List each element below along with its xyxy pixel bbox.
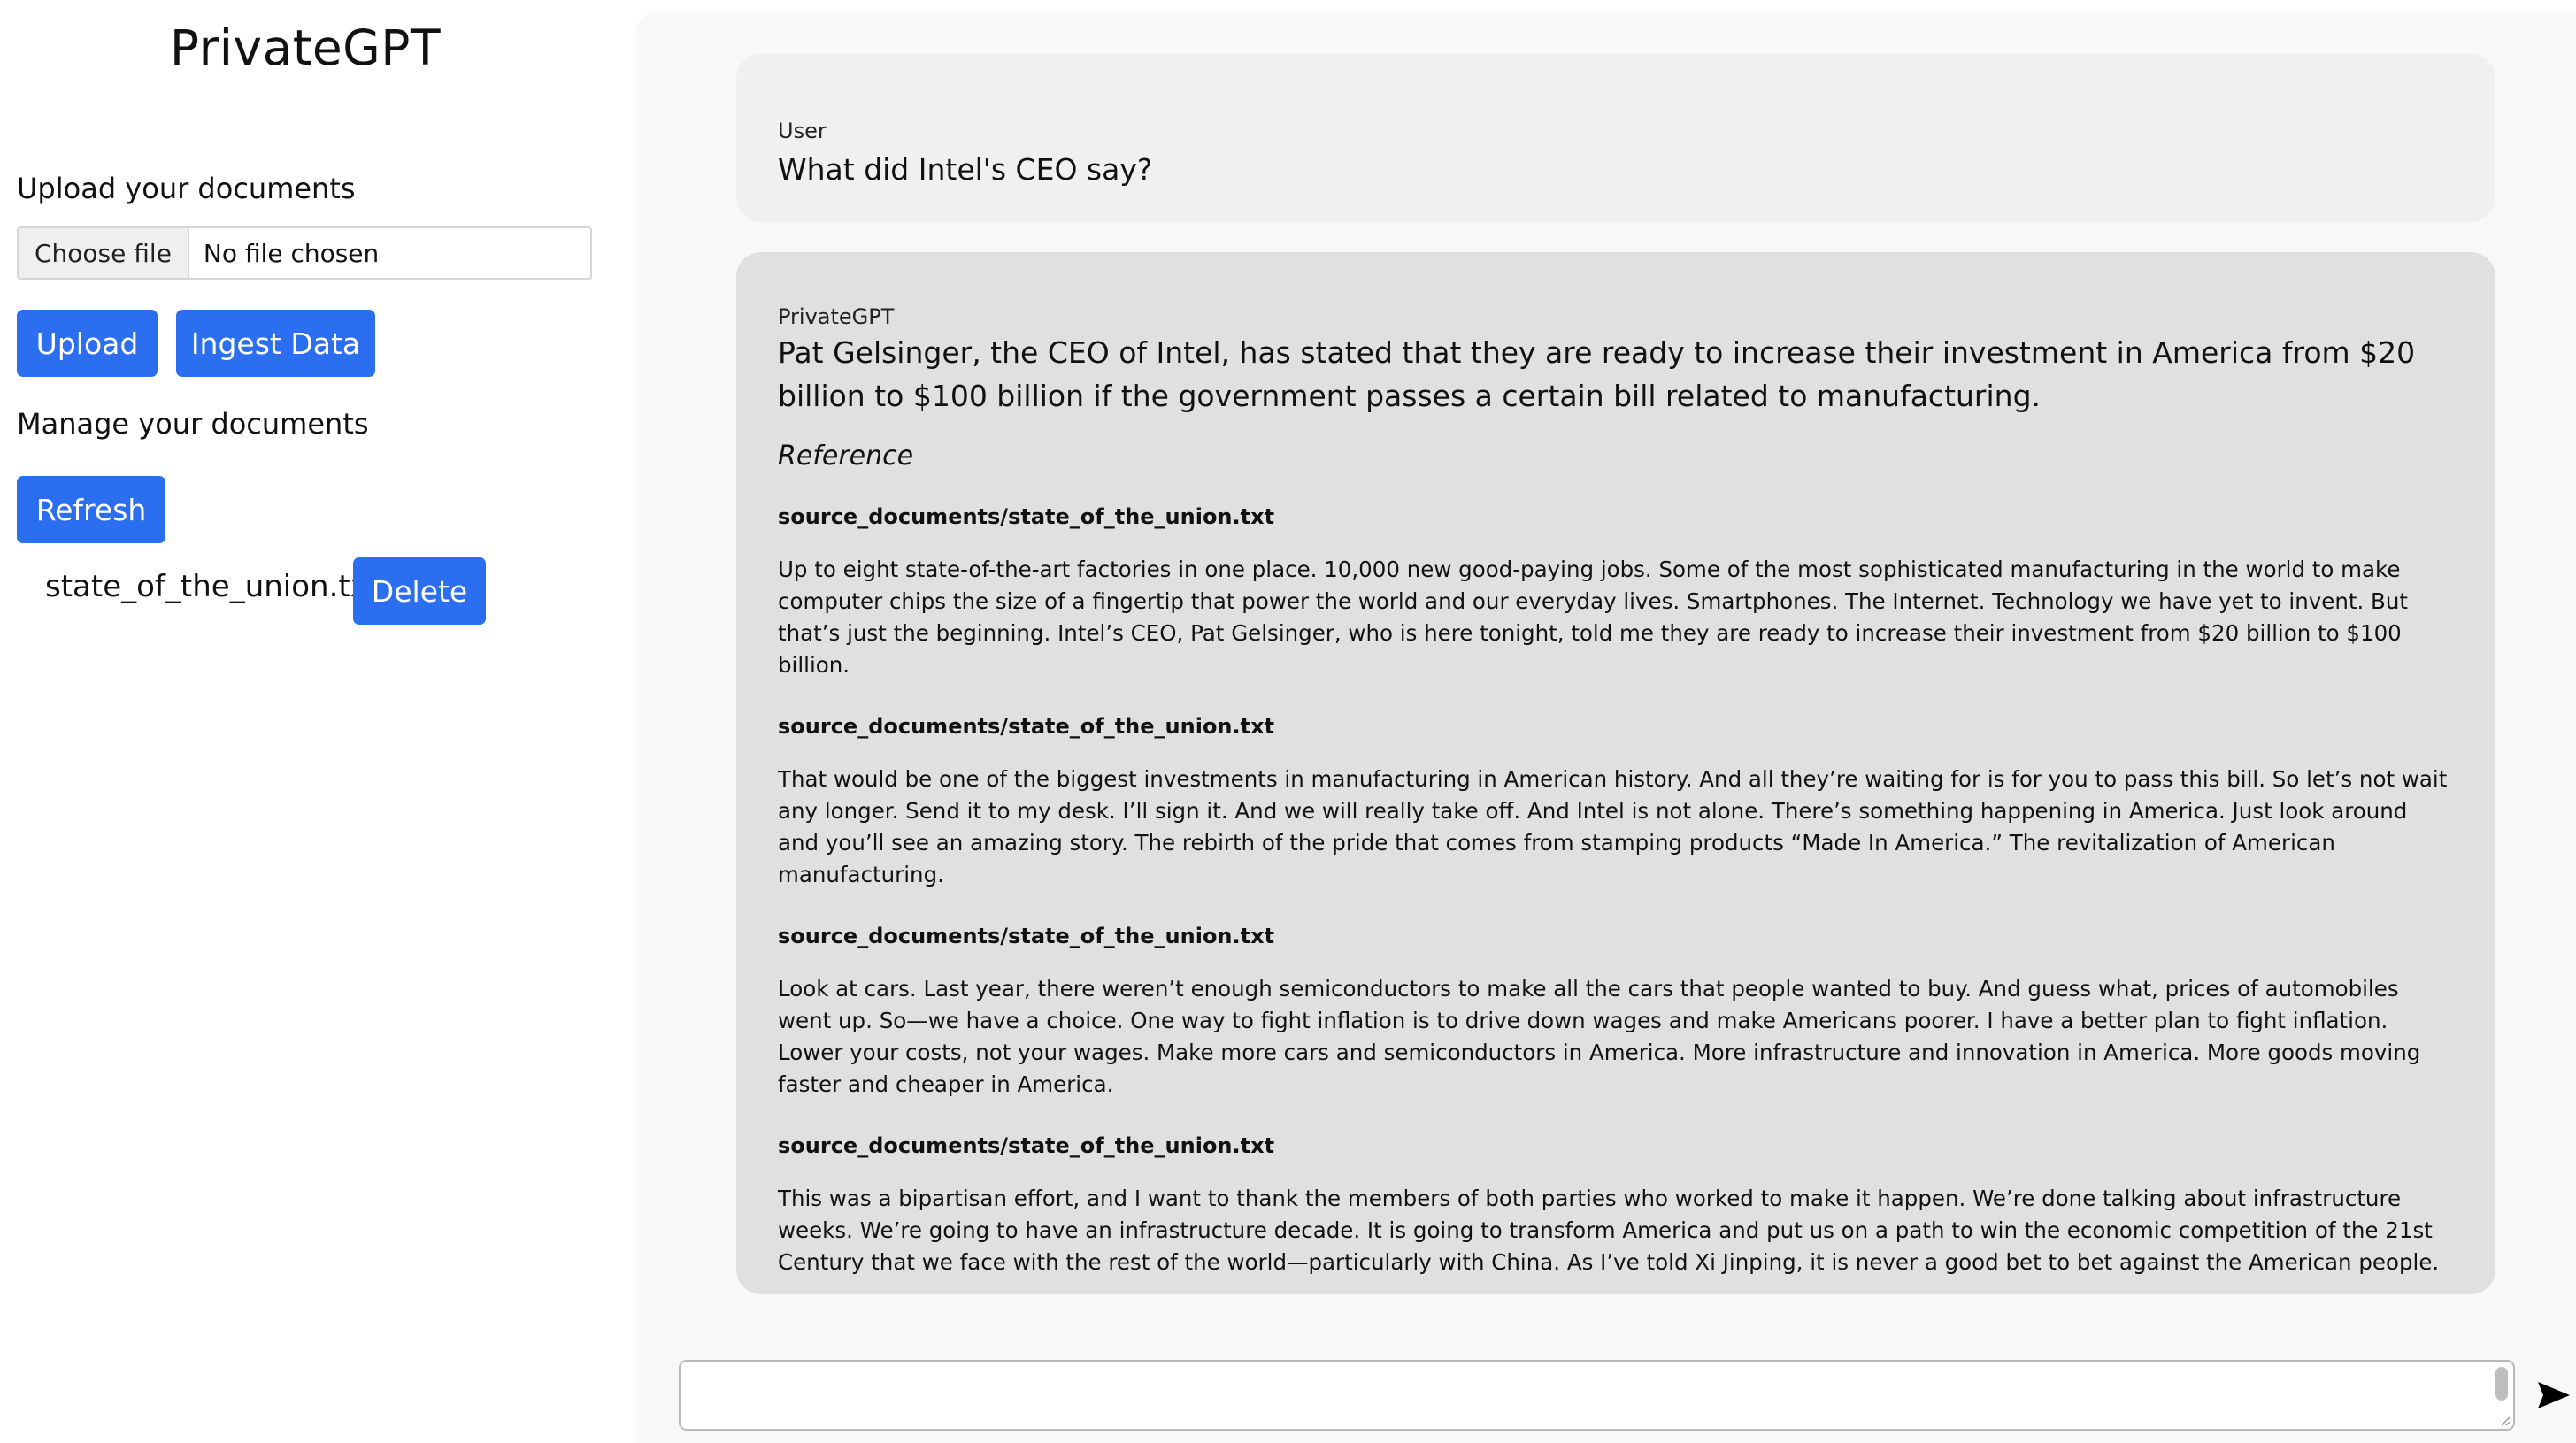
- app-title: PrivateGPT: [169, 19, 442, 76]
- source-excerpt: Up to eight state-of-the-art factories i…: [778, 556, 2408, 678]
- source-title: source_documents/state_of_the_union.txt: [778, 1133, 1275, 1158]
- answer-text: Pat Gelsinger, the CEO of Intel, has sta…: [778, 335, 2416, 413]
- chat-input[interactable]: [679, 1360, 2515, 1431]
- delete-button[interactable]: Delete: [353, 557, 486, 625]
- send-arrow-icon: [2538, 1382, 2570, 1408]
- message-text: What did Intel's CEO say?: [778, 152, 1153, 187]
- message-role-label: User: [778, 119, 827, 143]
- upload-button[interactable]: Upload: [17, 310, 158, 377]
- document-name: state_of_the_union.txt: [45, 569, 381, 604]
- source-excerpt: That would be one of the biggest investm…: [778, 766, 2448, 887]
- refresh-button[interactable]: Refresh: [17, 476, 165, 543]
- ingest-data-button[interactable]: Ingest Data: [176, 310, 375, 377]
- user-message: User What did Intel's CEO say?: [736, 54, 2495, 222]
- source-title: source_documents/state_of_the_union.txt: [778, 924, 1275, 948]
- send-button[interactable]: [2529, 1369, 2576, 1422]
- upload-heading: Upload your documents: [17, 172, 356, 205]
- source-excerpt: This was a bipartisan effort, and I want…: [778, 1186, 2440, 1275]
- sidebar: PrivateGPT Upload your documents Choose …: [0, 0, 635, 1443]
- resize-handle-icon[interactable]: [2500, 1416, 2511, 1426]
- source-title: source_documents/state_of_the_union.txt: [778, 714, 1275, 739]
- message-role-label: PrivateGPT: [778, 304, 895, 329]
- assistant-message: PrivateGPT Pat Gelsinger, the CEO of Int…: [736, 252, 2495, 1294]
- file-input[interactable]: Choose file No file chosen: [17, 226, 592, 280]
- chat-panel: User What did Intel's CEO say? PrivateGP…: [635, 12, 2576, 1443]
- source-excerpt: Look at cars. Last year, there weren’t e…: [778, 976, 2421, 1097]
- reference-heading: Reference: [778, 441, 914, 472]
- source-title: source_documents/state_of_the_union.txt: [778, 504, 1275, 529]
- manage-heading: Manage your documents: [17, 407, 369, 441]
- choose-file-button[interactable]: Choose file: [19, 228, 189, 278]
- file-status-text: No file chosen: [203, 238, 380, 268]
- chat-input-scrollbar[interactable]: [2495, 1367, 2508, 1401]
